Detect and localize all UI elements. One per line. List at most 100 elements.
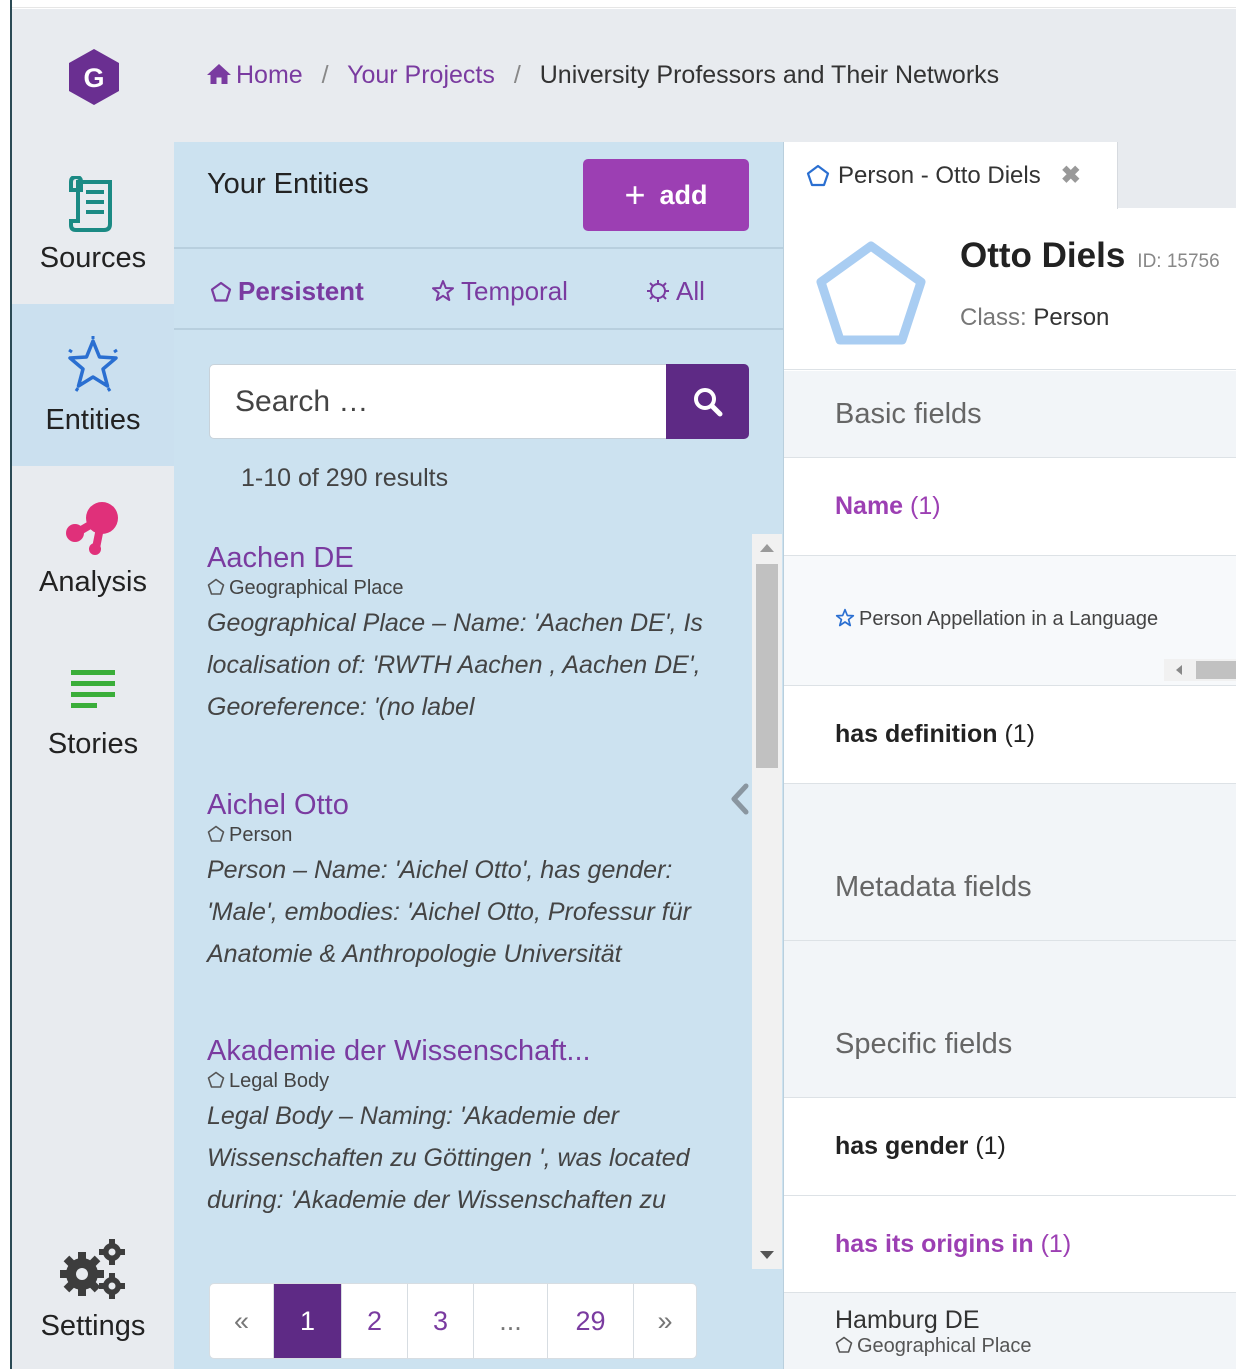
close-icon[interactable]: ✖ bbox=[1061, 161, 1081, 190]
entity-detail-panel: Person - Otto Diels ✖ Otto Diels ID: 1575… bbox=[784, 142, 1236, 1369]
sidebar-item-analysis[interactable]: Analysis bbox=[12, 466, 174, 628]
entity-id: ID: 15756 bbox=[1137, 251, 1220, 272]
list-item[interactable]: Aichel Otto Person Person – Name: 'Aiche… bbox=[207, 789, 727, 975]
entity-class-label: Class: bbox=[960, 304, 1027, 331]
field-label: Name bbox=[835, 492, 904, 520]
field-gender[interactable]: has gender (1) bbox=[784, 1098, 1236, 1196]
divider bbox=[174, 328, 784, 330]
result-count: 1-10 of 290 results bbox=[241, 464, 449, 492]
home-icon bbox=[207, 64, 231, 84]
result-class: Person bbox=[207, 824, 727, 847]
result-title[interactable]: Aichel Otto bbox=[207, 789, 727, 822]
logo-letter: G bbox=[83, 63, 104, 93]
result-description: Person – Name: 'Aichel Otto', has gender… bbox=[207, 856, 691, 968]
entity-header: Otto Diels ID: 15756 Class: Person bbox=[784, 208, 1236, 370]
tab-persistent-label: Persistent bbox=[238, 276, 364, 306]
star-outline-icon bbox=[432, 280, 454, 301]
tab-person-otto-diels[interactable]: Person - Otto Diels ✖ bbox=[784, 142, 1118, 209]
field-origins[interactable]: has its origins in (1) bbox=[784, 1196, 1236, 1293]
chevron-left-icon[interactable] bbox=[728, 782, 752, 816]
sidebar-item-settings[interactable]: Settings bbox=[12, 1210, 174, 1369]
origin-value-class: Geographical Place bbox=[835, 1335, 1236, 1358]
field-name[interactable]: Name (1) bbox=[784, 458, 1236, 556]
page-ellipsis: ... bbox=[474, 1284, 548, 1358]
result-title[interactable]: Akademie der Wissenschaft... bbox=[207, 1035, 727, 1068]
field-definition[interactable]: has definition (1) bbox=[784, 686, 1236, 784]
add-button-label: add bbox=[659, 179, 708, 210]
window-top-strip bbox=[0, 0, 1236, 8]
breadcrumb-separator: / bbox=[321, 61, 329, 89]
tab-all-label: All bbox=[676, 276, 705, 306]
sidebar-item-entities[interactable]: Entities bbox=[12, 304, 174, 466]
origin-value-class-label: Geographical Place bbox=[857, 1335, 1032, 1357]
scroll-thumb[interactable] bbox=[756, 564, 778, 768]
tab-persistent[interactable]: Persistent bbox=[210, 276, 364, 307]
pentagon-icon bbox=[210, 281, 232, 302]
pentagon-icon bbox=[207, 825, 225, 842]
entity-name-text: Otto Diels bbox=[960, 236, 1126, 275]
tab-temporal[interactable]: Temporal bbox=[431, 276, 568, 307]
field-count: (1) bbox=[1004, 720, 1036, 748]
field-label: has its origins in bbox=[835, 1229, 1034, 1258]
breadcrumb-current: University Professors and Their Networks bbox=[539, 61, 1000, 89]
page-1[interactable]: 1 bbox=[274, 1284, 342, 1358]
sidebar-item-stories[interactable]: Stories bbox=[12, 628, 174, 790]
appellation-row[interactable]: Person Appellation in a Language bbox=[784, 556, 1236, 686]
sidebar-item-label: Sources bbox=[39, 242, 147, 274]
hexagon-logo-icon[interactable]: G bbox=[64, 47, 124, 107]
page-3[interactable]: 3 bbox=[408, 1284, 474, 1358]
result-description: Geographical Place – Name: 'Aachen DE', … bbox=[207, 609, 703, 721]
result-class: Geographical Place bbox=[207, 577, 727, 600]
tab-label: Person - Otto Diels bbox=[838, 161, 1041, 189]
breadcrumb: Home / Your Projects / University Profes… bbox=[206, 61, 999, 90]
sidebar-item-label: Analysis bbox=[39, 566, 147, 598]
search-button[interactable] bbox=[666, 364, 749, 439]
pagination: « 1 2 3 ... 29 » bbox=[209, 1283, 697, 1359]
list-item[interactable]: Aachen DE Geographical Place Geographica… bbox=[207, 542, 727, 728]
page-29[interactable]: 29 bbox=[548, 1284, 634, 1358]
search-input[interactable] bbox=[210, 365, 668, 438]
pentagon-icon bbox=[207, 1071, 225, 1088]
section-metadata-fields: Metadata fields bbox=[784, 784, 1236, 941]
panel-title: Your Entities bbox=[207, 168, 369, 200]
breadcrumb-home[interactable]: Home bbox=[206, 61, 310, 89]
horizontal-scrollbar[interactable] bbox=[1164, 659, 1236, 681]
page-last[interactable]: » bbox=[634, 1284, 696, 1358]
result-class-label: Person bbox=[229, 824, 293, 846]
scroll-thumb[interactable] bbox=[1196, 661, 1236, 679]
pentagon-icon bbox=[207, 578, 225, 595]
window-left-edge bbox=[0, 0, 12, 1369]
pentagon-icon bbox=[816, 241, 926, 345]
pentagon-icon bbox=[835, 1336, 853, 1353]
pentagon-icon bbox=[806, 164, 830, 186]
section-specific-fields: Specific fields bbox=[784, 941, 1236, 1098]
lines-icon bbox=[71, 670, 115, 708]
result-title[interactable]: Aachen DE bbox=[207, 542, 727, 575]
appellation-label: Person Appellation in a Language bbox=[859, 608, 1159, 630]
field-count: (1) bbox=[910, 492, 941, 520]
origin-value-title[interactable]: Hamburg DE bbox=[835, 1306, 1236, 1335]
field-label: has gender bbox=[835, 1132, 969, 1160]
origin-value[interactable]: Hamburg DE Geographical Place bbox=[784, 1293, 1236, 1369]
app-header: G Home / Your Projects / University Prof… bbox=[12, 9, 1236, 142]
star-outline-icon bbox=[835, 608, 855, 627]
scroll-down-icon[interactable] bbox=[760, 1251, 774, 1259]
list-item[interactable]: Akademie der Wissenschaft... Legal Body … bbox=[207, 1035, 727, 1221]
scroll-icon bbox=[69, 176, 112, 232]
section-basic-fields: Basic fields bbox=[784, 371, 1236, 458]
add-entity-button[interactable]: + add bbox=[583, 159, 749, 231]
gears-icon bbox=[60, 1239, 125, 1299]
field-count: (1) bbox=[1040, 1229, 1072, 1258]
results-scrollbar[interactable] bbox=[752, 534, 782, 1269]
sidebar-item-sources[interactable]: Sources bbox=[12, 142, 174, 304]
search-box bbox=[209, 364, 749, 439]
scroll-left-icon[interactable] bbox=[1176, 665, 1182, 675]
tab-all[interactable]: All bbox=[646, 276, 705, 307]
scroll-up-icon[interactable] bbox=[760, 544, 774, 552]
entity-name: Otto Diels ID: 15756 bbox=[960, 236, 1220, 276]
result-class-label: Geographical Place bbox=[229, 577, 404, 599]
page-first[interactable]: « bbox=[210, 1284, 274, 1358]
page-2[interactable]: 2 bbox=[342, 1284, 408, 1358]
sidebar-item-label: Settings bbox=[40, 1310, 146, 1342]
breadcrumb-projects[interactable]: Your Projects bbox=[347, 61, 495, 89]
